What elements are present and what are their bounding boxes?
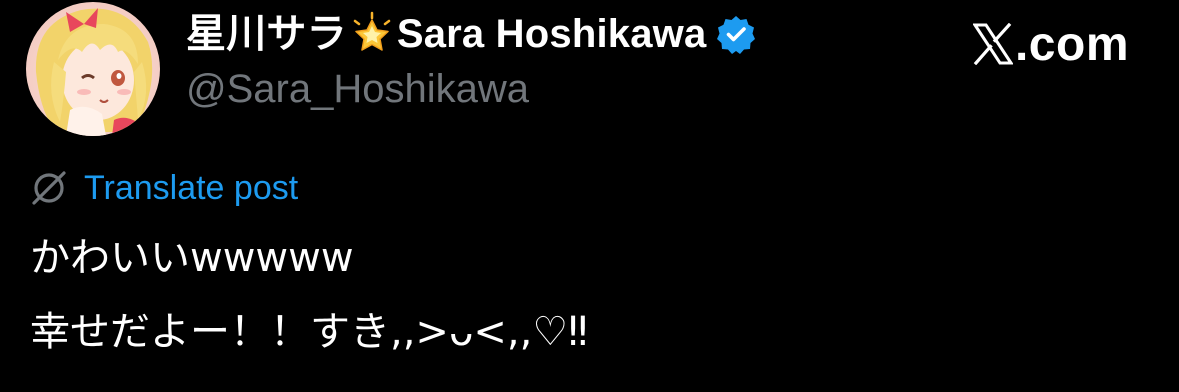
display-name-en: Sara Hoshikawa xyxy=(396,12,707,56)
avatar-image xyxy=(26,2,160,136)
display-name-jp: 星川サラ xyxy=(186,12,347,56)
x-brand-label: .com xyxy=(1014,17,1129,71)
globe-off-icon xyxy=(32,171,66,205)
x-logo-icon xyxy=(972,23,1013,65)
glowing-star-icon xyxy=(353,11,391,51)
translate-post-label: Translate post xyxy=(84,168,299,207)
x-brand: .com xyxy=(972,14,1129,74)
post-text-line-2: 幸せだよー！！すき,,>ᴗ<,,♡‼︎ xyxy=(30,309,588,355)
author-avatar[interactable] xyxy=(26,2,160,136)
author-handle[interactable]: @Sara_Hoshikawa xyxy=(186,64,529,114)
translate-post-button[interactable]: Translate post xyxy=(30,166,298,210)
author-name-row[interactable]: 星川サラ Sara Hoshikawa xyxy=(186,8,756,60)
post-text-line-1: かわいいwwwww xyxy=(30,235,354,281)
verified-badge-icon[interactable] xyxy=(716,14,756,54)
